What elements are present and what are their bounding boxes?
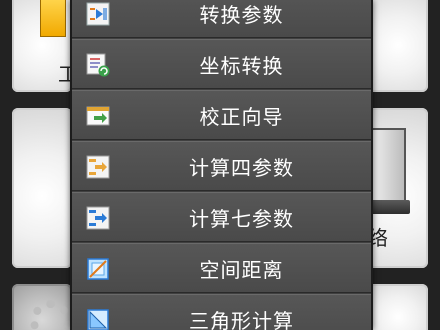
spatial-distance-icon	[87, 258, 109, 280]
menu-item-label: 空间距离	[199, 257, 284, 282]
app-tile-top-right[interactable]	[368, 0, 428, 92]
menu-item-label: 坐标转换	[199, 53, 284, 78]
menu-item-label: 转换参数	[199, 2, 284, 27]
menu-item-label: 三角形计算	[189, 308, 294, 330]
tools-menu: 转换参数 坐标转换 校正向导 计算四参数 计算七参数 空间距离 三角形计算	[70, 0, 373, 330]
menu-item-compute-seven-params[interactable]: 计算七参数	[72, 192, 371, 242]
menu-item-coordinate-transform[interactable]: 坐标转换	[72, 39, 371, 89]
triangle-calc-icon	[87, 309, 109, 330]
menu-item-label: 计算七参数	[189, 206, 294, 231]
menu-item-label: 校正向导	[199, 104, 284, 129]
convert-params-icon	[86, 2, 110, 26]
menu-item-calibration-wizard[interactable]: 校正向导	[72, 90, 371, 140]
compute-four-params-icon	[86, 155, 110, 179]
coordinate-transform-icon	[86, 53, 110, 77]
app-tile-middle-left[interactable]	[12, 108, 72, 268]
menu-item-label: 计算四参数	[189, 155, 294, 180]
menu-item-compute-four-params[interactable]: 计算四参数	[72, 141, 371, 191]
folder-icon	[40, 0, 66, 37]
compute-seven-params-icon	[86, 206, 110, 230]
menu-item-triangle-calc[interactable]: 三角形计算	[72, 294, 371, 330]
menu-item-spatial-distance[interactable]: 空间距离	[72, 243, 371, 293]
screen: 工 络 转换参数 坐标转换 校正向导 计算四参数 计算七参数 空间距离 三角形计…	[0, 0, 440, 330]
menu-item-convert-params[interactable]: 转换参数	[72, 0, 371, 38]
calibration-wizard-icon	[86, 106, 110, 126]
app-tile-bottom-right[interactable]	[368, 284, 428, 330]
